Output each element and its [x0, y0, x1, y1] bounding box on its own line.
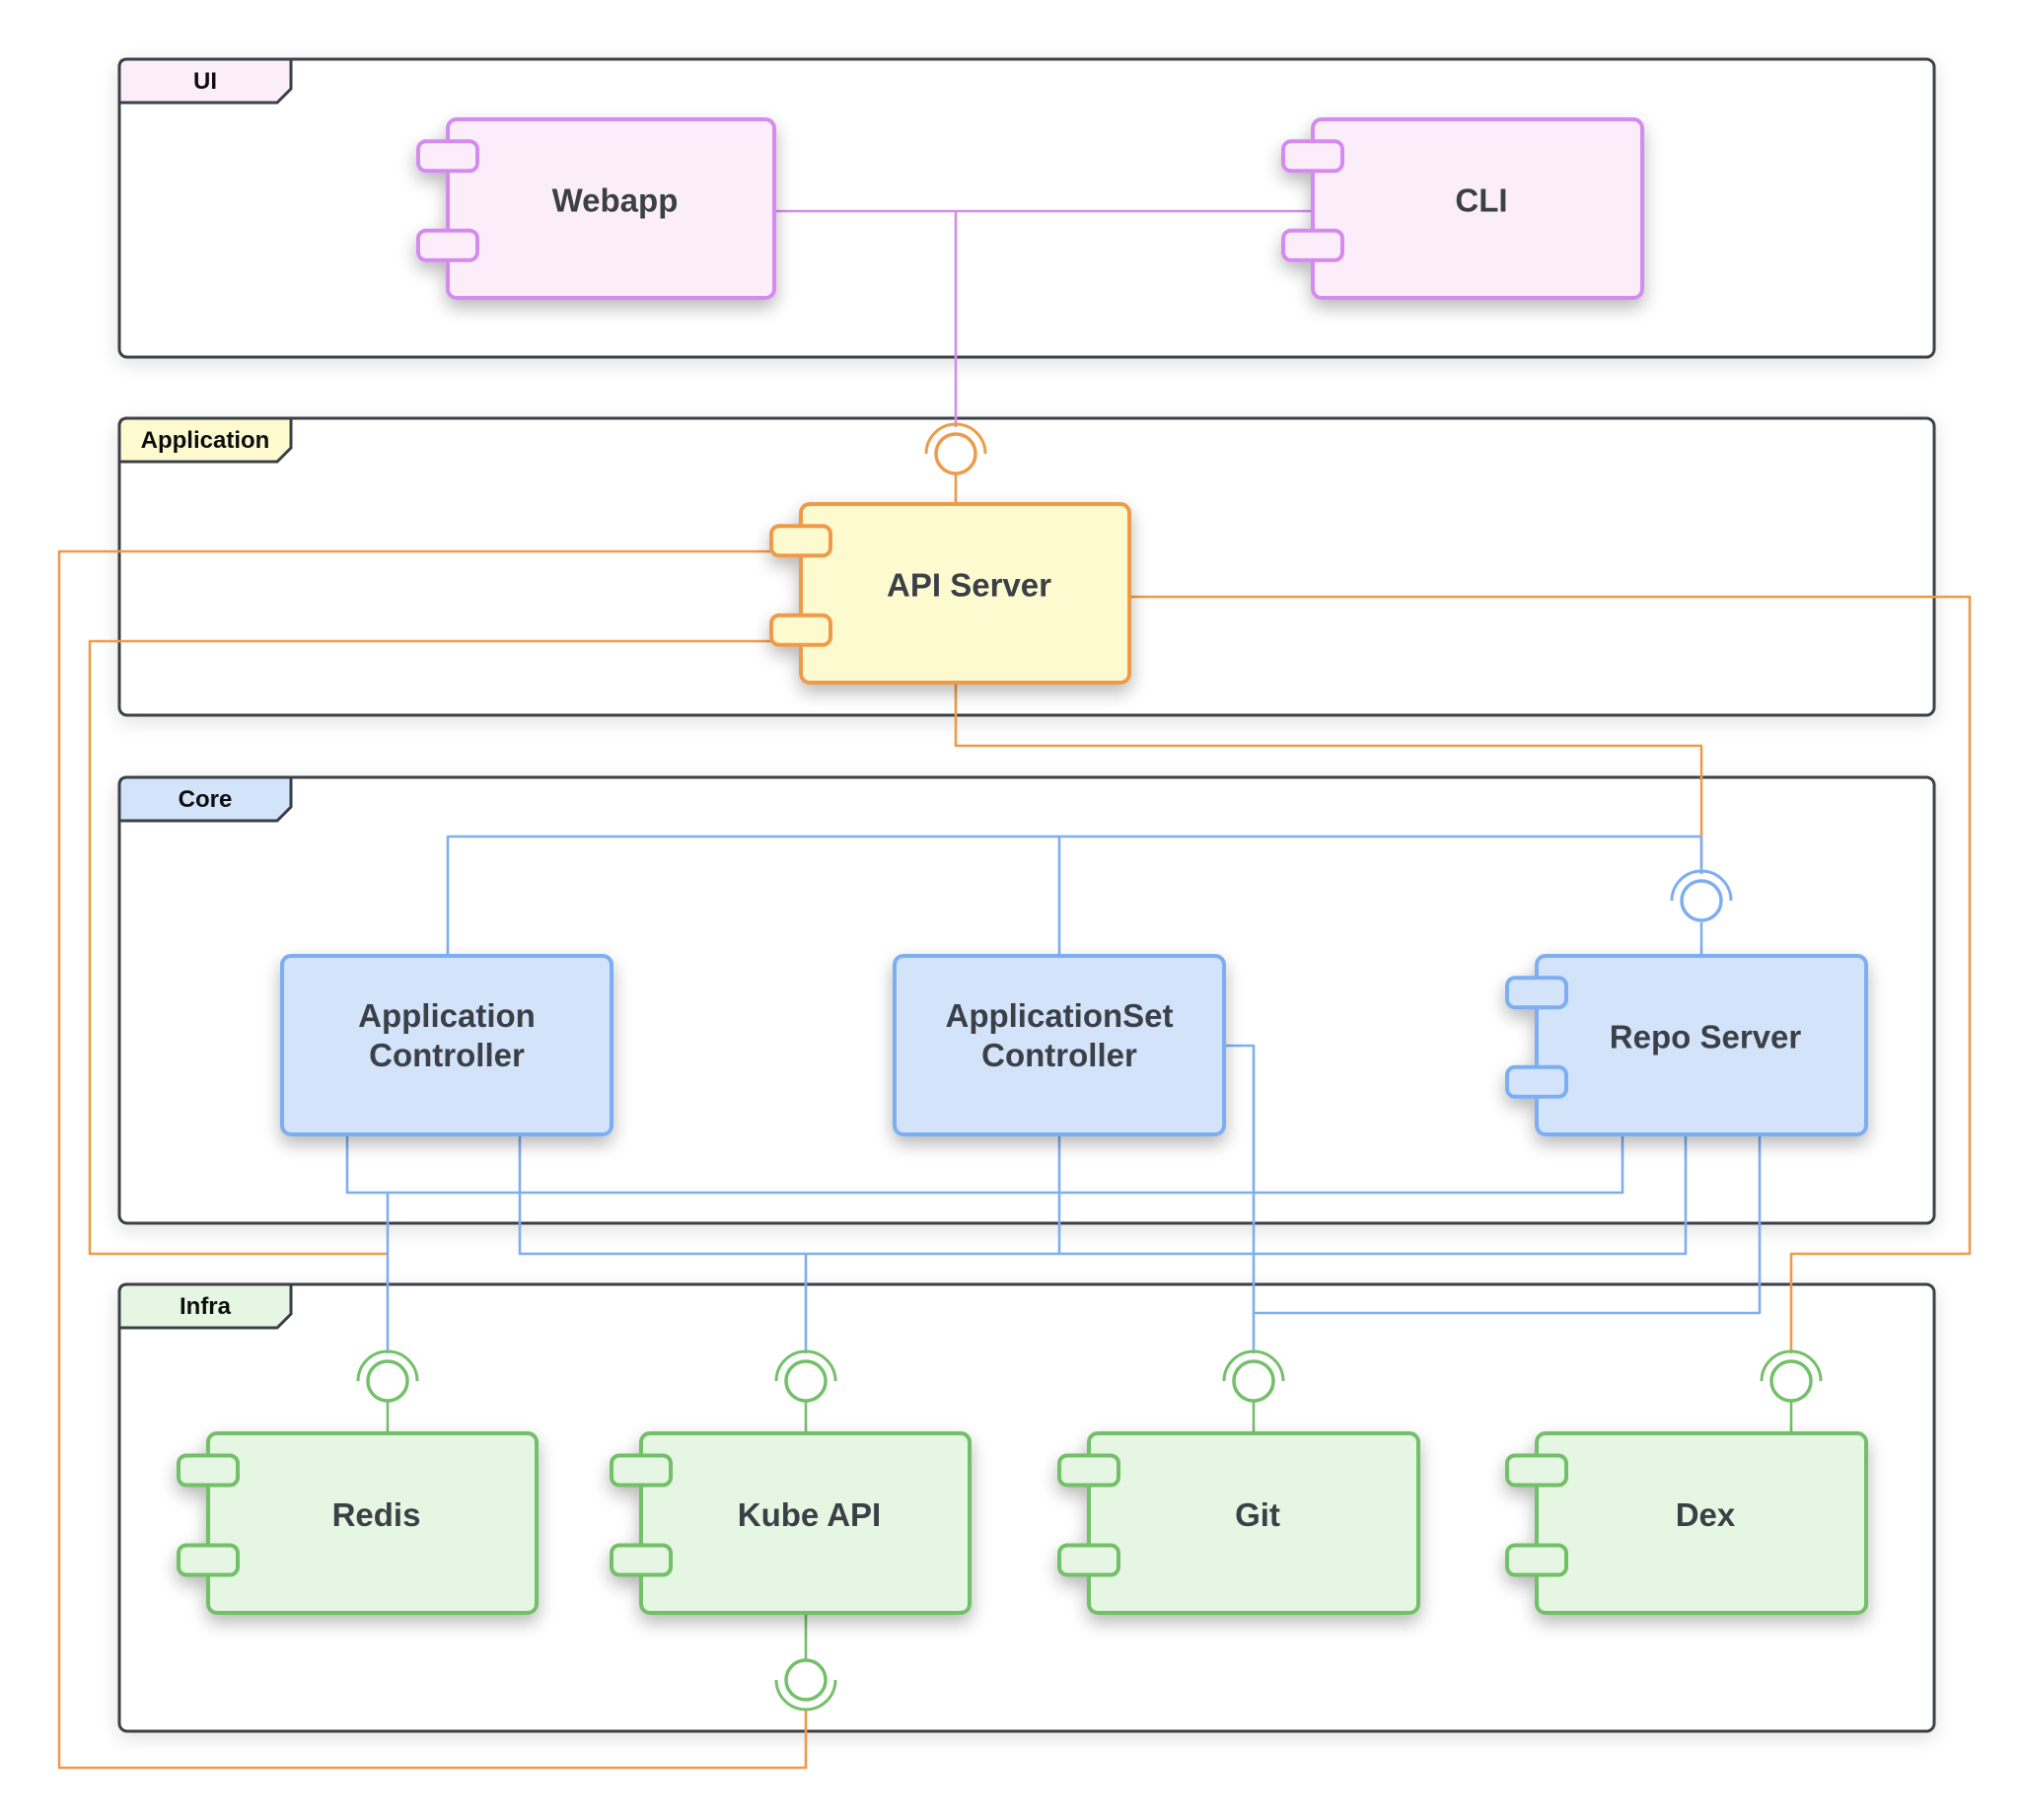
component-port-icon [416, 228, 479, 262]
component-label: Repo Server [1610, 1019, 1802, 1056]
component-port-icon [1505, 976, 1568, 1010]
component-label: Webapp [552, 182, 679, 219]
component-label: Git [1235, 1496, 1280, 1533]
component-label: CLI [1455, 182, 1507, 219]
component-port-icon [1505, 1453, 1568, 1488]
component-api-server[interactable]: API Server [769, 502, 1131, 685]
component-dex[interactable]: Dex [1505, 1431, 1868, 1615]
package-label: UI [193, 68, 217, 95]
package-label: Infra [180, 1293, 232, 1320]
component-webapp[interactable]: Webapp [416, 117, 776, 300]
component-repo-server[interactable]: Repo Server [1505, 954, 1868, 1136]
component-diagram: UI Application Core Infra Webapp CLI API Serv… [57, 57, 1972, 1770]
component-redis[interactable]: Redis [177, 1431, 539, 1615]
component-git[interactable]: Git [1057, 1431, 1420, 1615]
component-label: Kube API [738, 1496, 881, 1533]
component-label: Redis [332, 1496, 421, 1533]
component-port-icon [177, 1543, 240, 1577]
component-port-icon [177, 1453, 240, 1488]
component-application-controller[interactable]: ApplicationController [280, 954, 613, 1136]
package-label: Application [141, 427, 270, 454]
component-label: ApplicationSet [945, 997, 1173, 1034]
component-port-icon [1057, 1453, 1120, 1488]
package-label: Core [179, 786, 233, 813]
component-port-icon [1505, 1064, 1568, 1099]
component-port-icon [1281, 228, 1344, 262]
component-port-icon [1281, 139, 1344, 174]
component-label: Controller [981, 1037, 1137, 1073]
component-label: Application [358, 997, 536, 1034]
component-port-icon [769, 524, 832, 558]
component-port-icon [416, 139, 479, 174]
component-label: Controller [369, 1037, 525, 1073]
component-port-icon [610, 1543, 673, 1577]
component-port-icon [1057, 1543, 1120, 1577]
component-cli[interactable]: CLI [1281, 117, 1644, 300]
package-frame-ui: UI [117, 57, 1936, 359]
component-kube-api[interactable]: Kube API [610, 1431, 972, 1615]
component-label: API Server [887, 567, 1051, 604]
component-label: Dex [1676, 1496, 1736, 1533]
component-port-icon [769, 613, 832, 647]
component-port-icon [610, 1453, 673, 1488]
component-applicationset-controller[interactable]: ApplicationSetController [893, 954, 1226, 1136]
component-port-icon [1505, 1543, 1568, 1577]
